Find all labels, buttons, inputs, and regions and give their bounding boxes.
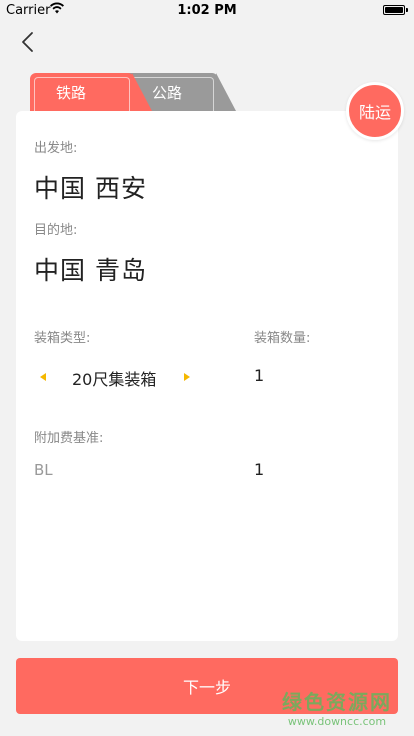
surcharge-label: 附加费基准:	[34, 431, 104, 446]
container-qty-value[interactable]: 1	[254, 366, 264, 385]
battery-icon	[383, 5, 408, 15]
container-qty-label: 装箱数量:	[254, 331, 311, 346]
destination-value[interactable]: 中国 青岛	[34, 251, 147, 287]
tab-rail[interactable]: 铁路	[30, 73, 152, 111]
origin-label: 出发地:	[34, 141, 78, 156]
container-type-value[interactable]: 20尺集装箱	[72, 366, 156, 390]
watermark-url: www.downcc.com	[287, 715, 387, 728]
status-bar: Carrier 1:02 PM	[0, 0, 414, 20]
destination-label: 目的地:	[34, 223, 78, 238]
transport-tabs: 公路 铁路	[30, 73, 240, 113]
tab-rail-label: 铁路	[56, 83, 87, 102]
container-type-label: 装箱类型:	[34, 331, 91, 346]
container-type-next-arrow-icon[interactable]	[184, 373, 190, 381]
surcharge-value[interactable]: 1	[254, 460, 264, 479]
surcharge-unit: BL	[34, 461, 53, 479]
watermark: 绿色资源网 www.downcc.com	[282, 686, 392, 728]
watermark-title: 绿色资源网	[282, 690, 392, 714]
origin-value[interactable]: 中国 西安	[34, 169, 147, 205]
container-type-prev-arrow-icon[interactable]	[40, 373, 46, 381]
back-chevron-icon[interactable]	[14, 30, 42, 54]
shipping-form-card: 出发地: 中国 西安 目的地: 中国 青岛 装箱类型: 装箱数量: 20尺集装箱…	[16, 111, 398, 641]
land-transport-badge[interactable]: 陆运	[346, 82, 404, 140]
status-time: 1:02 PM	[177, 3, 237, 18]
